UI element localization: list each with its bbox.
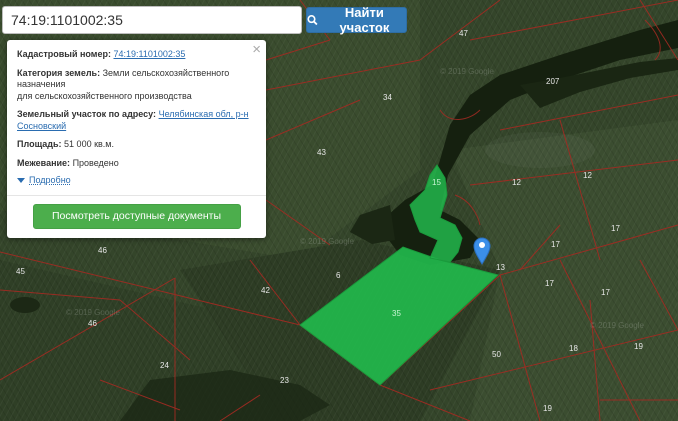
plot-label: 46 (98, 246, 107, 255)
cadastral-link[interactable]: 74:19:1101002:35 (113, 49, 185, 59)
plot-label: 19 (543, 404, 552, 413)
category-value: Земли сельскохозяйственного (102, 67, 230, 78)
address-row: Земельный участок по адресу: Челябинская… (17, 109, 256, 132)
view-documents-button[interactable]: Посмотреть доступные документы (32, 203, 241, 229)
plot-label: 46 (88, 319, 97, 328)
more-details-link[interactable]: Подробно (29, 175, 71, 187)
plot-label: 45 (16, 267, 25, 276)
close-icon[interactable]: × (252, 42, 261, 57)
plot-label: 17 (601, 288, 610, 297)
map-watermark: © 2019 Google (66, 308, 120, 317)
area-value: 51 000 кв.м. (64, 139, 114, 149)
caret-down-icon (17, 178, 25, 184)
map-watermark: © 2019 Google (300, 237, 354, 246)
survey-value: Проведено (72, 157, 119, 168)
cadastral-row: Кадастровый номер: 74:19:1101002:35 (17, 49, 256, 61)
plot-label-selected: 15 (432, 178, 441, 187)
plot-label: 50 (492, 350, 501, 359)
plot-label: 34 (383, 93, 392, 102)
category-label: Категория земель: (17, 67, 101, 78)
plot-label: 12 (583, 171, 592, 180)
plot-label: 207 (546, 77, 560, 86)
category-row: Категория земель: Земли сельскохозяйстве… (17, 68, 256, 103)
cadastral-label: Кадастровый номер: (17, 49, 111, 59)
address-link[interactable]: Челябинская обл, р-н (159, 109, 249, 119)
area-label: Площадь: (17, 139, 62, 149)
plot-label-selected: 35 (392, 309, 401, 318)
plot-label: 43 (317, 148, 326, 157)
find-plot-button[interactable]: Найти участок (306, 5, 407, 35)
search-input[interactable] (2, 6, 302, 34)
survey-row: Межевание: Проведено (17, 158, 256, 170)
map-watermark: © 2019 Google (440, 67, 494, 76)
address-label: Земельный участок по адресу: (17, 109, 157, 119)
plot-label: 42 (261, 286, 270, 295)
plot-label: 23 (280, 376, 289, 385)
search-icon (307, 15, 318, 26)
area-row: Площадь: 51 000 кв.м. (17, 139, 256, 151)
plot-label: 24 (160, 361, 169, 370)
find-plot-button-label: Найти участок (339, 5, 390, 35)
plot-label: 17 (551, 240, 560, 249)
plot-label: 19 (634, 342, 643, 351)
more-details-toggle[interactable]: Подробно (17, 175, 256, 187)
plot-info-popup: × Кадастровый номер: 74:19:1101002:35 Ка… (7, 40, 266, 238)
plot-label: 13 (496, 263, 505, 272)
plot-label: 47 (459, 29, 468, 38)
map-watermark: © 2019 Google (590, 321, 644, 330)
plot-label: 12 (512, 178, 521, 187)
address-link[interactable]: Сосновский (17, 121, 66, 131)
plot-label: 18 (569, 344, 578, 353)
plot-label: 17 (545, 279, 554, 288)
survey-label: Межевание: (17, 157, 71, 168)
category-value: для сельскохозяйственного производства (17, 90, 192, 101)
plot-label: 17 (611, 224, 620, 233)
plot-label: 6 (336, 271, 341, 280)
category-value: назначения (17, 79, 66, 89)
popup-divider (7, 194, 266, 196)
